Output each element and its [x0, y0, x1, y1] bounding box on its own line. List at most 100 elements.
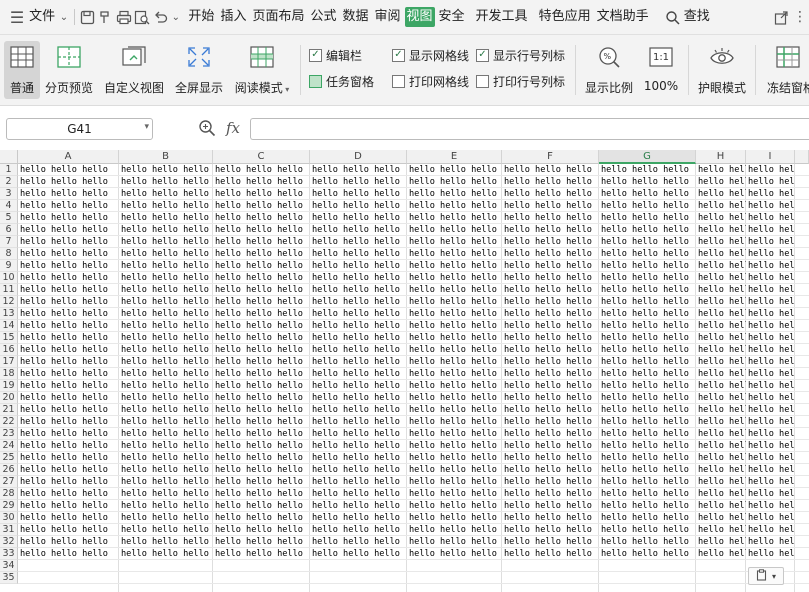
- cell-g22[interactable]: hello hello hello: [599, 416, 696, 428]
- cell-e21[interactable]: hello hello hello: [407, 404, 502, 416]
- cell-g7[interactable]: hello hello hello: [599, 236, 696, 248]
- chevron-down-icon[interactable]: ⌄: [58, 6, 70, 28]
- cell-e15[interactable]: hello hello hello: [407, 332, 502, 344]
- cell-c19[interactable]: hello hello hello: [213, 380, 310, 392]
- cell-b22[interactable]: hello hello hello: [119, 416, 213, 428]
- column-header-c[interactable]: C: [213, 150, 310, 164]
- cell-d22[interactable]: hello hello hello: [310, 416, 407, 428]
- cell-c12[interactable]: hello hello hello: [213, 296, 310, 308]
- column-header-f[interactable]: F: [502, 150, 599, 164]
- cell-i20[interactable]: hello hello hello: [746, 392, 795, 404]
- cell-c31[interactable]: hello hello hello: [213, 524, 310, 536]
- cell-b28[interactable]: hello hello hello: [119, 488, 213, 500]
- cell-g25[interactable]: hello hello hello: [599, 452, 696, 464]
- tab-insert[interactable]: 插入: [218, 7, 248, 27]
- row-header-10[interactable]: 10: [0, 272, 18, 284]
- cell-i33[interactable]: hello hello hello: [746, 548, 795, 560]
- cell-d3[interactable]: hello hello hello: [310, 188, 407, 200]
- cell-i14[interactable]: hello hello hello: [746, 320, 795, 332]
- cell-e6[interactable]: hello hello hello: [407, 224, 502, 236]
- cell-h15[interactable]: hello hello hello: [696, 332, 746, 344]
- cell-b6[interactable]: hello hello hello: [119, 224, 213, 236]
- cell-i21[interactable]: hello hello hello: [746, 404, 795, 416]
- cell-i30[interactable]: hello hello hello: [746, 512, 795, 524]
- cell-f1[interactable]: hello hello hello: [502, 164, 599, 176]
- row-header-9[interactable]: 9: [0, 260, 18, 272]
- cell-g15[interactable]: hello hello hello: [599, 332, 696, 344]
- cell-i4[interactable]: hello hello hello: [746, 200, 795, 212]
- cell-e32[interactable]: hello hello hello: [407, 536, 502, 548]
- cell-e20[interactable]: hello hello hello: [407, 392, 502, 404]
- cell-h9[interactable]: hello hello hello: [696, 260, 746, 272]
- column-header-i[interactable]: I: [746, 150, 795, 164]
- cell-g13[interactable]: hello hello hello: [599, 308, 696, 320]
- row-header-2[interactable]: 2: [0, 176, 18, 188]
- cell-d33[interactable]: hello hello hello: [310, 548, 407, 560]
- cell-c29[interactable]: hello hello hello: [213, 500, 310, 512]
- cell-d16[interactable]: hello hello hello: [310, 344, 407, 356]
- cell-f6[interactable]: hello hello hello: [502, 224, 599, 236]
- cell-g24[interactable]: hello hello hello: [599, 440, 696, 452]
- cell-h13[interactable]: hello hello hello: [696, 308, 746, 320]
- row-header-28[interactable]: 28: [0, 488, 18, 500]
- cell-c23[interactable]: hello hello hello: [213, 428, 310, 440]
- cell-a13[interactable]: hello hello hello: [18, 308, 119, 320]
- cell-i8[interactable]: hello hello hello: [746, 248, 795, 260]
- cell-g14[interactable]: hello hello hello: [599, 320, 696, 332]
- row-header-30[interactable]: 30: [0, 512, 18, 524]
- cell-c3[interactable]: hello hello hello: [213, 188, 310, 200]
- cell-i7[interactable]: hello hello hello: [746, 236, 795, 248]
- cell-h29[interactable]: hello hello hello: [696, 500, 746, 512]
- cell-i19[interactable]: hello hello hello: [746, 380, 795, 392]
- zoom-button[interactable]: % 显示比例: [583, 41, 635, 99]
- row-header-35[interactable]: 35: [0, 572, 18, 584]
- column-header-b[interactable]: B: [119, 150, 213, 164]
- row-header-19[interactable]: 19: [0, 380, 18, 392]
- cell-h3[interactable]: hello hello hello: [696, 188, 746, 200]
- cell-a25[interactable]: hello hello hello: [18, 452, 119, 464]
- cell-f20[interactable]: hello hello hello: [502, 392, 599, 404]
- tab-formulas[interactable]: 公式: [308, 7, 338, 27]
- cell-c24[interactable]: hello hello hello: [213, 440, 310, 452]
- cell-g10[interactable]: hello hello hello: [599, 272, 696, 284]
- cell-a3[interactable]: hello hello hello: [18, 188, 119, 200]
- print-icon[interactable]: [115, 6, 133, 28]
- more-chevron-icon[interactable]: ⌄: [169, 6, 182, 28]
- cell-g1[interactable]: hello hello hello: [599, 164, 696, 176]
- cell-e28[interactable]: hello hello hello: [407, 488, 502, 500]
- name-box[interactable]: G41 ▾: [6, 118, 153, 140]
- cell-g5[interactable]: hello hello hello: [599, 212, 696, 224]
- cell-b8[interactable]: hello hello hello: [119, 248, 213, 260]
- cell-i27[interactable]: hello hello hello: [746, 476, 795, 488]
- cell-b3[interactable]: hello hello hello: [119, 188, 213, 200]
- hamburger-menu-icon[interactable]: ☰: [8, 6, 26, 28]
- tab-developer[interactable]: 开发工具: [474, 7, 530, 27]
- row-header-18[interactable]: 18: [0, 368, 18, 380]
- cell-c10[interactable]: hello hello hello: [213, 272, 310, 284]
- cell-i10[interactable]: hello hello hello: [746, 272, 795, 284]
- cell-h1[interactable]: hello hello hello: [696, 164, 746, 176]
- cell-i6[interactable]: hello hello hello: [746, 224, 795, 236]
- cell-b7[interactable]: hello hello hello: [119, 236, 213, 248]
- cell-h32[interactable]: hello hello hello: [696, 536, 746, 548]
- cell-h6[interactable]: hello hello hello: [696, 224, 746, 236]
- row-header-13[interactable]: 13: [0, 308, 18, 320]
- cell-c28[interactable]: hello hello hello: [213, 488, 310, 500]
- cell-e11[interactable]: hello hello hello: [407, 284, 502, 296]
- cell-a31[interactable]: hello hello hello: [18, 524, 119, 536]
- cell-f3[interactable]: hello hello hello: [502, 188, 599, 200]
- cell-h8[interactable]: hello hello hello: [696, 248, 746, 260]
- cell-h31[interactable]: hello hello hello: [696, 524, 746, 536]
- cell-c4[interactable]: hello hello hello: [213, 200, 310, 212]
- cell-d32[interactable]: hello hello hello: [310, 536, 407, 548]
- cell-e23[interactable]: hello hello hello: [407, 428, 502, 440]
- cell-g2[interactable]: hello hello hello: [599, 176, 696, 188]
- cell-g28[interactable]: hello hello hello: [599, 488, 696, 500]
- cell-d10[interactable]: hello hello hello: [310, 272, 407, 284]
- column-header-overflow[interactable]: [795, 150, 809, 164]
- save-icon[interactable]: [79, 6, 97, 28]
- tab-review[interactable]: 审阅: [373, 7, 403, 27]
- cell-b15[interactable]: hello hello hello: [119, 332, 213, 344]
- cell-f2[interactable]: hello hello hello: [502, 176, 599, 188]
- column-header-a[interactable]: A: [18, 150, 119, 164]
